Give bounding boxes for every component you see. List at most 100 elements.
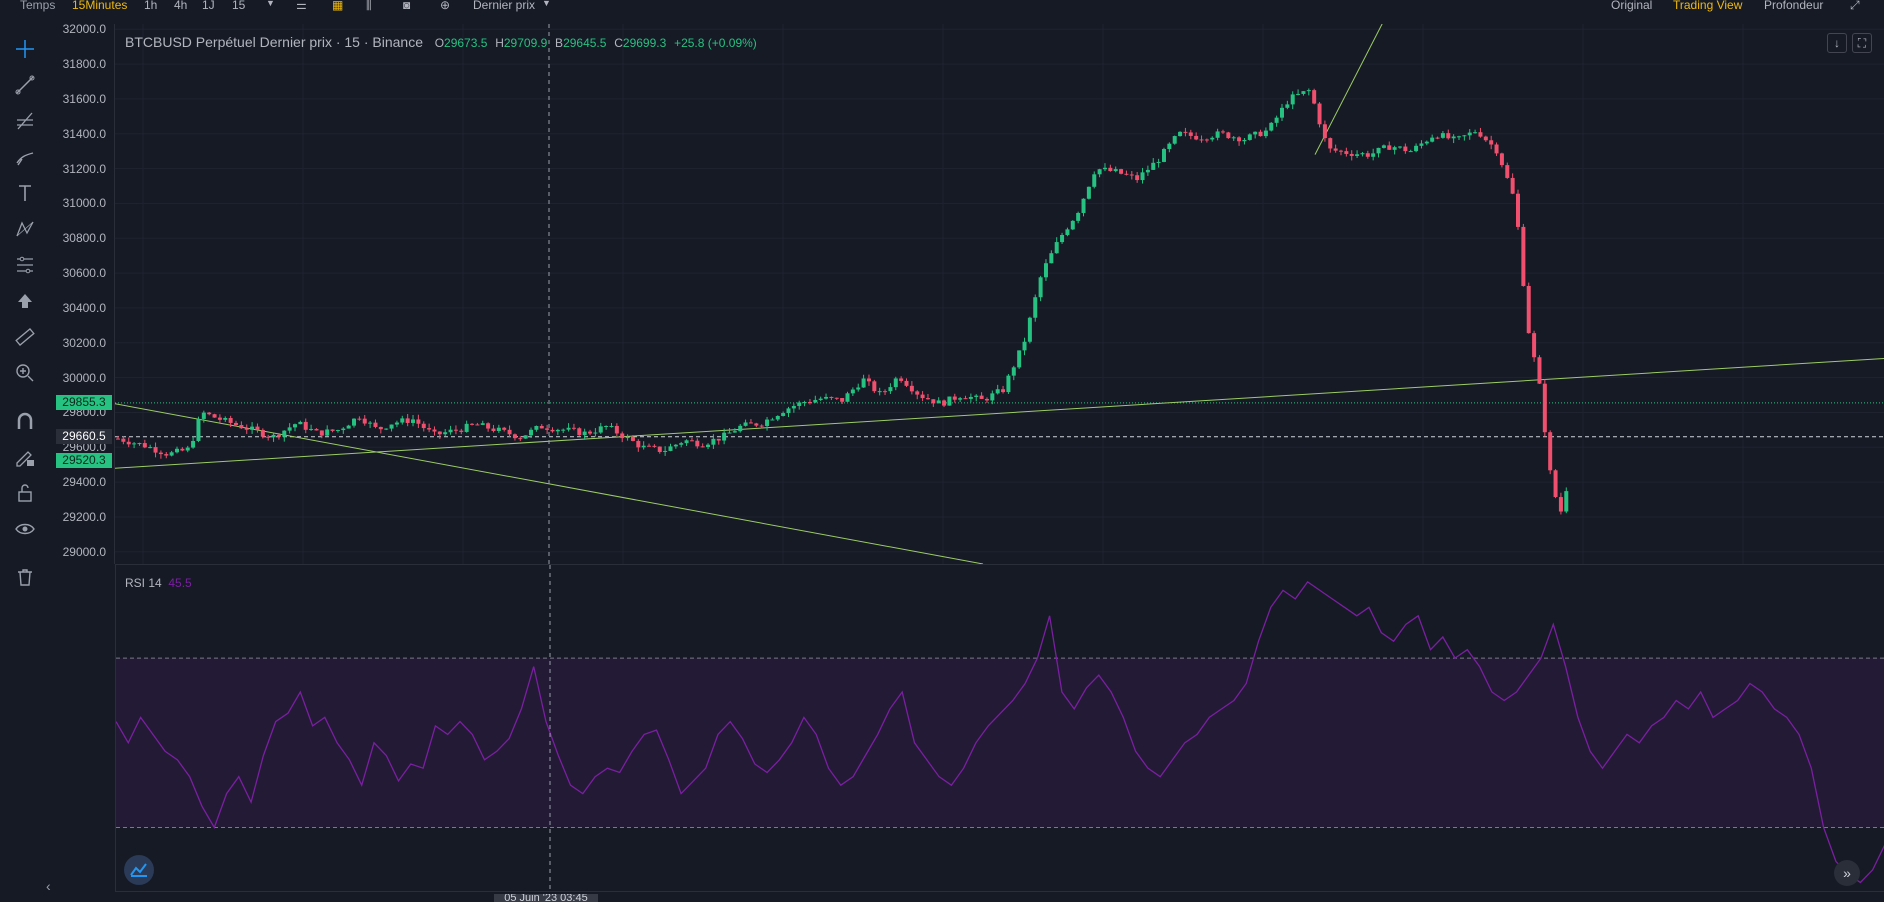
zoom-in-icon[interactable] [12, 360, 38, 386]
magnet-icon[interactable] [12, 408, 38, 434]
collapse-toolbar-icon[interactable]: ‹ [46, 878, 51, 894]
candle-body [142, 443, 147, 448]
view-depth[interactable]: Profondeur [1764, 0, 1823, 12]
candle-body [566, 427, 571, 430]
candle-body [1274, 117, 1279, 123]
candle-body [824, 396, 829, 399]
top-toolbar: Temps 15Minutes 1h 4h 1J 15 ▼ ⚌ ▦ ⫼ ◙ ⊕ … [0, 0, 1884, 14]
candle-body [1564, 491, 1569, 512]
candle-body [963, 398, 968, 400]
time-axis[interactable] [115, 891, 1884, 902]
candle-body [1419, 143, 1424, 146]
view-original[interactable]: Original [1611, 0, 1652, 12]
price-type-select[interactable]: Dernier prix [473, 0, 535, 12]
candle-body [175, 448, 180, 453]
candle-body [620, 433, 625, 439]
candle-body [148, 447, 153, 449]
candle-body [1167, 143, 1172, 150]
candle-body [791, 405, 796, 409]
trendline-icon[interactable] [12, 72, 38, 98]
candle-body [909, 385, 914, 392]
tradingview-logo-icon[interactable] [124, 855, 154, 885]
candle-body [931, 399, 936, 404]
candle-body [1381, 145, 1386, 148]
brush-icon[interactable] [12, 144, 38, 170]
bid-key: B [555, 36, 564, 50]
rsi-legend: RSI 14 45.5 [125, 576, 192, 590]
candle-body [684, 440, 689, 444]
candle-body [507, 429, 512, 435]
interval-1h[interactable]: 1h [144, 0, 157, 12]
maximize-icon[interactable]: ⛶ [1852, 33, 1872, 53]
rsi-pane[interactable] [115, 565, 1884, 891]
candle-body [883, 391, 888, 393]
candle-body [453, 429, 458, 431]
price-chart[interactable] [114, 22, 1884, 565]
price-tag-upper: 29855.3 [56, 394, 112, 410]
candle-body [984, 398, 989, 401]
candle-body [207, 412, 212, 415]
candle-body [807, 402, 812, 404]
candle-body [389, 424, 394, 429]
text-icon[interactable] [12, 180, 38, 206]
camera-icon[interactable]: ◙ [403, 0, 410, 12]
candle-body [1156, 161, 1161, 163]
candle-body [126, 441, 131, 445]
change-value: +25.8 (+0.09%) [674, 36, 757, 50]
price-axis[interactable]: 29000.0 29200.0 29400.0 29600.0 29800.0 30000… [52, 22, 115, 564]
interval-15m[interactable]: 15Minutes [72, 0, 127, 12]
candle-body [1001, 389, 1006, 393]
candle-body [1290, 94, 1295, 105]
trash-icon[interactable] [12, 564, 38, 590]
candle-body [786, 408, 791, 414]
candle-body [738, 425, 743, 432]
interval-4h[interactable]: 4h [174, 0, 187, 12]
candle-body [1054, 242, 1059, 254]
settings-sliders-icon[interactable]: ⚌ [296, 0, 307, 12]
measure-lines-icon[interactable] [12, 252, 38, 278]
candle-body [1269, 122, 1274, 131]
chevron-down-icon[interactable]: ▼ [266, 0, 275, 8]
candle-body [893, 378, 898, 388]
candle-body [1414, 145, 1419, 152]
candle-body [1263, 130, 1268, 137]
indicators-icon[interactable]: ⫼ [366, 0, 372, 13]
interval-15[interactable]: 15 [232, 0, 245, 12]
candle-body [362, 418, 367, 424]
candle-body [1006, 375, 1011, 393]
interval-1d[interactable]: 1J [202, 0, 215, 12]
candle-body [427, 428, 432, 430]
eye-icon[interactable] [12, 516, 38, 542]
candle-body [630, 436, 635, 441]
candle-body [679, 443, 684, 445]
candle-body [153, 447, 158, 453]
candle-body [1516, 193, 1521, 227]
candle-body [185, 447, 190, 451]
candle-body [663, 450, 668, 452]
price-tick-label: 29200.0 [62, 509, 106, 524]
candle-body [1489, 140, 1494, 145]
fib-icon[interactable] [12, 108, 38, 134]
fullscreen-icon[interactable]: ⤢ [1850, 0, 1860, 13]
candle-body [303, 421, 308, 430]
arrow-up-icon[interactable] [12, 288, 38, 314]
crosshair-icon[interactable] [12, 36, 38, 62]
chart-legend: BTCBUSD Perpétuel Dernier prix · 15 · Bi… [125, 34, 757, 50]
candle-body [1124, 173, 1129, 175]
lock-draw-icon[interactable] [12, 444, 38, 470]
candle-body [571, 427, 576, 429]
add-circle-icon[interactable]: ⊕ [440, 0, 450, 12]
pattern-icon[interactable] [12, 216, 38, 242]
unlock-icon[interactable] [12, 480, 38, 506]
candle-body [276, 434, 281, 437]
candle-body [995, 389, 1000, 394]
candle-type-icon[interactable]: ▦ [332, 0, 343, 12]
candle-body [1199, 139, 1204, 141]
view-trading-view[interactable]: Trading View [1673, 0, 1742, 12]
price-tick-label: 31800.0 [62, 57, 106, 72]
candle-body [1494, 144, 1499, 154]
scroll-down-icon[interactable]: ↓ [1827, 33, 1847, 53]
scroll-to-realtime-icon[interactable]: » [1834, 860, 1860, 886]
ruler-icon[interactable] [12, 324, 38, 350]
candle-body [1344, 151, 1349, 154]
